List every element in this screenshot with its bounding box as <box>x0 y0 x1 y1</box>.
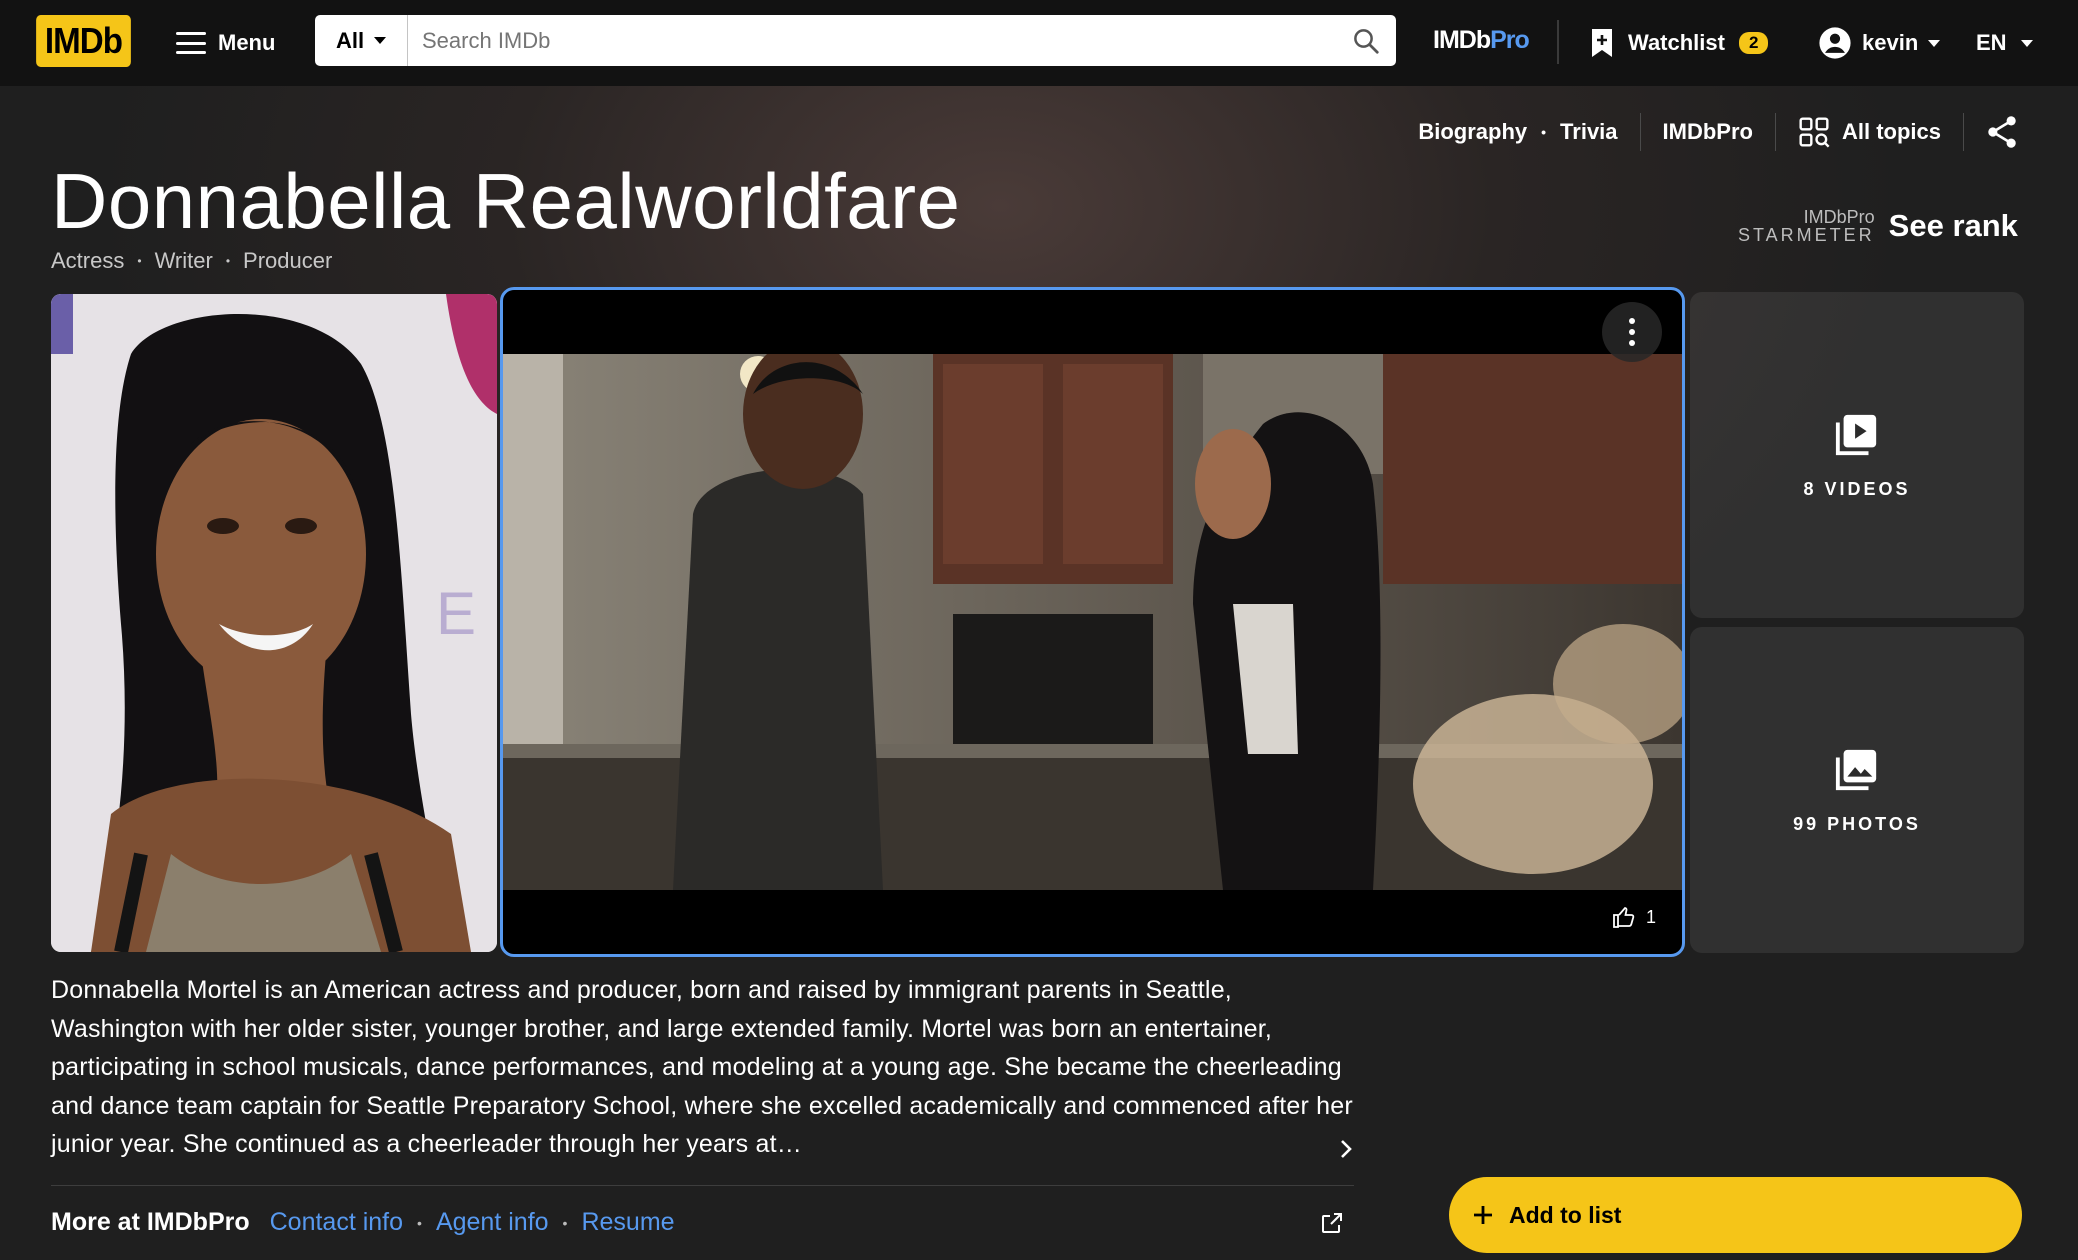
photos-tile[interactable]: 99 PHOTOS <box>1690 627 2024 953</box>
plus-icon <box>1474 1206 1492 1224</box>
separator-dot: • <box>225 254 231 268</box>
imdbpro-logo-pro: Pro <box>1490 26 1530 54</box>
menu-label: Menu <box>218 30 276 55</box>
contact-info-link[interactable]: Contact info <box>270 1208 403 1237</box>
resume-link[interactable]: Resume <box>581 1208 674 1237</box>
imdbpro-link[interactable]: IMDbPro <box>1663 119 1753 145</box>
agent-info-link[interactable]: Agent info <box>436 1208 549 1237</box>
grid-icon <box>1799 117 1830 148</box>
menu-button[interactable]: Menu <box>176 22 275 64</box>
imdb-logo[interactable]: IMDb <box>36 15 131 67</box>
section-divider <box>51 1185 1354 1186</box>
video-thumbnail[interactable] <box>503 354 1682 890</box>
share-icon <box>1988 116 2016 148</box>
hero-section: Biography • Trivia IMDbPro All topics Do… <box>0 86 2078 1260</box>
role-item: Writer <box>154 248 213 273</box>
see-rank-link[interactable]: See rank <box>1889 208 2018 244</box>
search-category-dropdown[interactable]: All <box>315 15 408 66</box>
likes-count: 1 <box>1645 906 1656 927</box>
videos-count-label: 8 VIDEOS <box>1803 478 1911 499</box>
imdbpro-logo-imdb: IMDb <box>1433 26 1491 54</box>
biography-link[interactable]: Biography <box>1418 119 1527 145</box>
starmeter-pro-label: IMDbPro <box>1803 207 1875 227</box>
separator-dot: • <box>417 1214 422 1231</box>
chevron-right-icon[interactable] <box>1333 1136 1359 1162</box>
add-to-list-label: Add to list <box>1509 1201 1622 1228</box>
role-item: Actress <box>51 248 125 273</box>
more-at-imdbpro: More at IMDbPro Contact info • Agent inf… <box>51 1208 675 1237</box>
subnav-divider <box>1639 113 1641 151</box>
person-roles: Actress • Writer • Producer <box>51 248 332 274</box>
caret-down-icon <box>374 37 387 44</box>
video-likes[interactable]: 1 <box>1612 906 1656 928</box>
user-menu[interactable]: kevin <box>1818 22 1941 64</box>
user-name: kevin <box>1862 30 1919 55</box>
svg-text:E: E <box>436 580 476 647</box>
imdbpro-logo[interactable]: IMDbPro <box>1433 26 1530 55</box>
photos-count-label: 99 PHOTOS <box>1793 813 1921 834</box>
search-input[interactable] <box>408 15 1336 66</box>
more-options-icon[interactable] <box>1602 302 1662 362</box>
starmeter-meter-label: STARMETER <box>1738 225 1875 245</box>
nav-divider <box>1557 20 1559 64</box>
sub-navigation: Biography • Trivia IMDbPro All topics <box>1418 108 2018 156</box>
search-bar: All <box>315 15 1396 66</box>
person-poster-image[interactable]: E <box>51 294 497 952</box>
subnav-divider <box>1963 113 1964 151</box>
all-topics-button[interactable]: All topics <box>1798 116 1941 148</box>
watchlist-button[interactable]: Watchlist 2 <box>1590 22 1769 64</box>
watchlist-label: Watchlist <box>1628 30 1725 55</box>
hamburger-icon <box>176 32 206 54</box>
separator-dot: • <box>137 254 142 268</box>
photo-library-icon <box>1835 749 1877 790</box>
separator-dot: • <box>562 1214 568 1231</box>
add-to-list-button[interactable]: Add to list <box>1449 1177 2022 1253</box>
videos-tile[interactable]: 8 VIDEOS <box>1690 292 2024 618</box>
featured-video-player[interactable]: 1 <box>500 287 1685 957</box>
thumbs-up-icon <box>1613 907 1635 928</box>
separator-dot: • <box>1541 124 1547 140</box>
starmeter-label: IMDbPro STARMETER <box>1738 208 1875 244</box>
language-selector[interactable]: EN <box>1976 22 2033 64</box>
video-library-icon <box>1835 414 1877 455</box>
all-topics-label: All topics <box>1841 119 1941 144</box>
search-category-label: All <box>335 27 365 53</box>
role-item: Producer <box>243 248 333 273</box>
caret-down-icon <box>2020 39 2033 47</box>
external-link-icon[interactable] <box>1320 1211 1344 1240</box>
more-at-imdbpro-label: More at IMDbPro <box>51 1208 250 1236</box>
search-icon[interactable] <box>1336 15 1396 66</box>
top-navigation: IMDb Menu All IMDbPro Watchlist 2 kevin … <box>0 0 2078 86</box>
trivia-link[interactable]: Trivia <box>1560 119 1617 145</box>
caret-down-icon <box>1928 39 1941 47</box>
share-button[interactable] <box>1986 115 2018 149</box>
bookmark-plus-icon <box>1592 29 1612 57</box>
starmeter-widget[interactable]: IMDbPro STARMETER See rank <box>1738 208 2018 244</box>
subnav-divider <box>1774 113 1776 151</box>
person-name: Donnabella Realworldfare <box>51 157 961 245</box>
account-circle-icon <box>1819 27 1851 59</box>
language-label: EN <box>1976 30 2007 55</box>
biography-text[interactable]: Donnabella Mortel is an American actress… <box>51 971 1361 1164</box>
watchlist-count-badge: 2 <box>1738 32 1769 54</box>
